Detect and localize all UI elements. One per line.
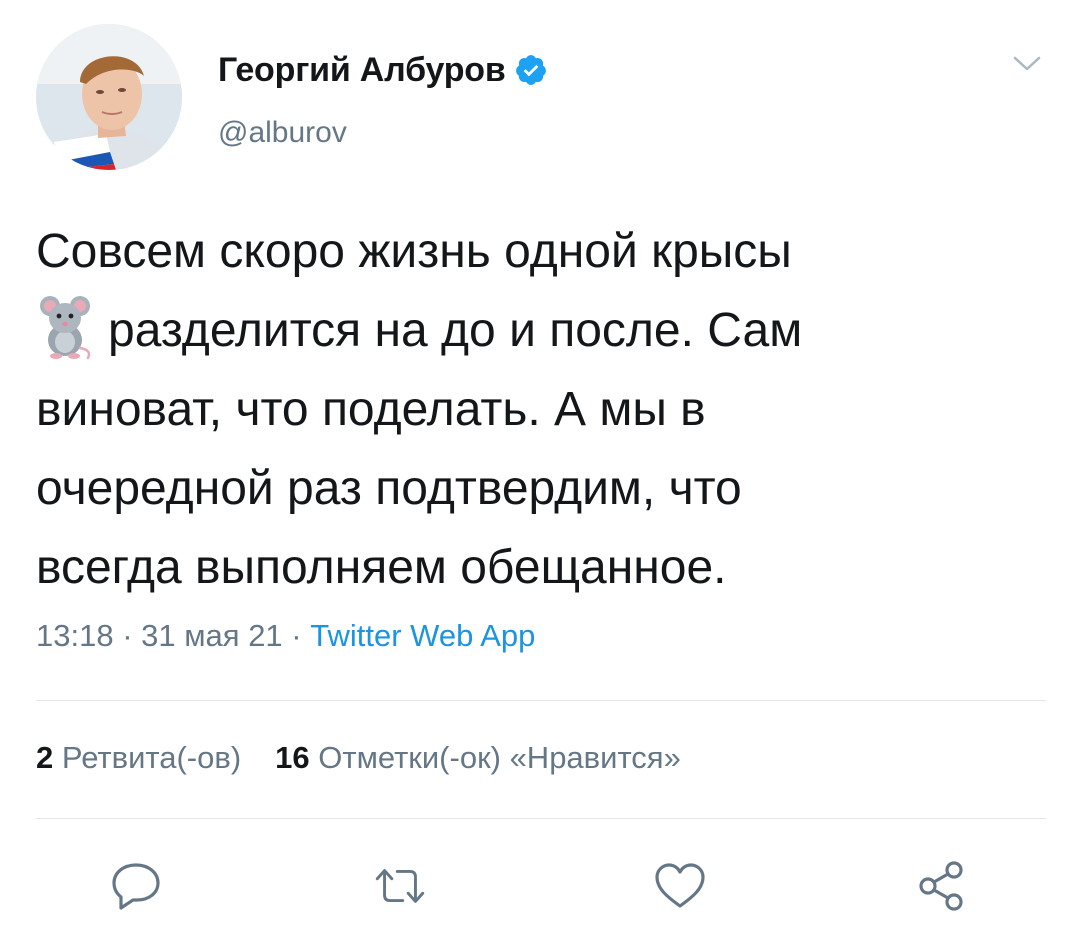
likes-label[interactable]: Отметки(-ок) «Нравится» xyxy=(318,740,681,775)
share-icon xyxy=(919,861,963,911)
user-handle[interactable]: @alburov xyxy=(218,116,347,150)
retweet-button[interactable] xyxy=(370,858,430,914)
heart-icon xyxy=(655,863,705,908)
tweet-line: очередной раз подтвердим, что xyxy=(36,462,742,515)
meta-separator: · xyxy=(113,618,142,653)
share-button[interactable] xyxy=(912,858,972,914)
tweet-meta: 13:18 · 31 мая 21 · Twitter Web App xyxy=(36,618,535,654)
tweet-text: Совсем скоро жизнь одной крысы разделитс… xyxy=(36,212,1046,607)
like-button[interactable] xyxy=(650,858,710,914)
retweet-icon xyxy=(375,869,425,903)
display-name[interactable]: Георгий Албуров xyxy=(218,51,506,90)
user-avatar-photo xyxy=(36,24,182,170)
divider xyxy=(36,818,1046,819)
tweet-header: Георгий Албуров @alburov xyxy=(36,24,1046,174)
chevron-down-icon[interactable] xyxy=(1012,54,1042,74)
avatar[interactable] xyxy=(36,24,182,170)
verified-badge-icon xyxy=(515,55,546,85)
tweet-line: Совсем скоро жизнь одной крысы xyxy=(36,225,792,278)
tweet-stats: 2 Ретвита(-ов) 16 Отметки(-ок) «Нравится» xyxy=(36,740,681,776)
tweet-line: виноват, что поделать. А мы в xyxy=(36,383,706,436)
reply-button[interactable] xyxy=(106,858,166,914)
retweets-count[interactable]: 2 xyxy=(36,740,53,775)
retweets-label[interactable]: Ретвита(-ов) xyxy=(62,740,241,775)
reply-icon xyxy=(112,863,160,910)
likes-count[interactable]: 16 xyxy=(275,740,309,775)
tweet-line: разделится на до и после. Сам xyxy=(36,291,1046,370)
tweet-line-text: разделится на до и после. Сам xyxy=(108,304,803,357)
divider xyxy=(36,700,1046,701)
author-name-row: Георгий Албуров xyxy=(218,46,548,94)
meta-separator: · xyxy=(282,618,311,653)
tweet-source-link[interactable]: Twitter Web App xyxy=(310,618,535,653)
tweet-time[interactable]: 13:18 xyxy=(36,618,114,653)
tweet-date[interactable]: 31 мая 21 xyxy=(141,618,283,653)
rat-emoji xyxy=(40,296,91,360)
tweet-line: всегда выполняем обещанное. xyxy=(36,541,727,594)
